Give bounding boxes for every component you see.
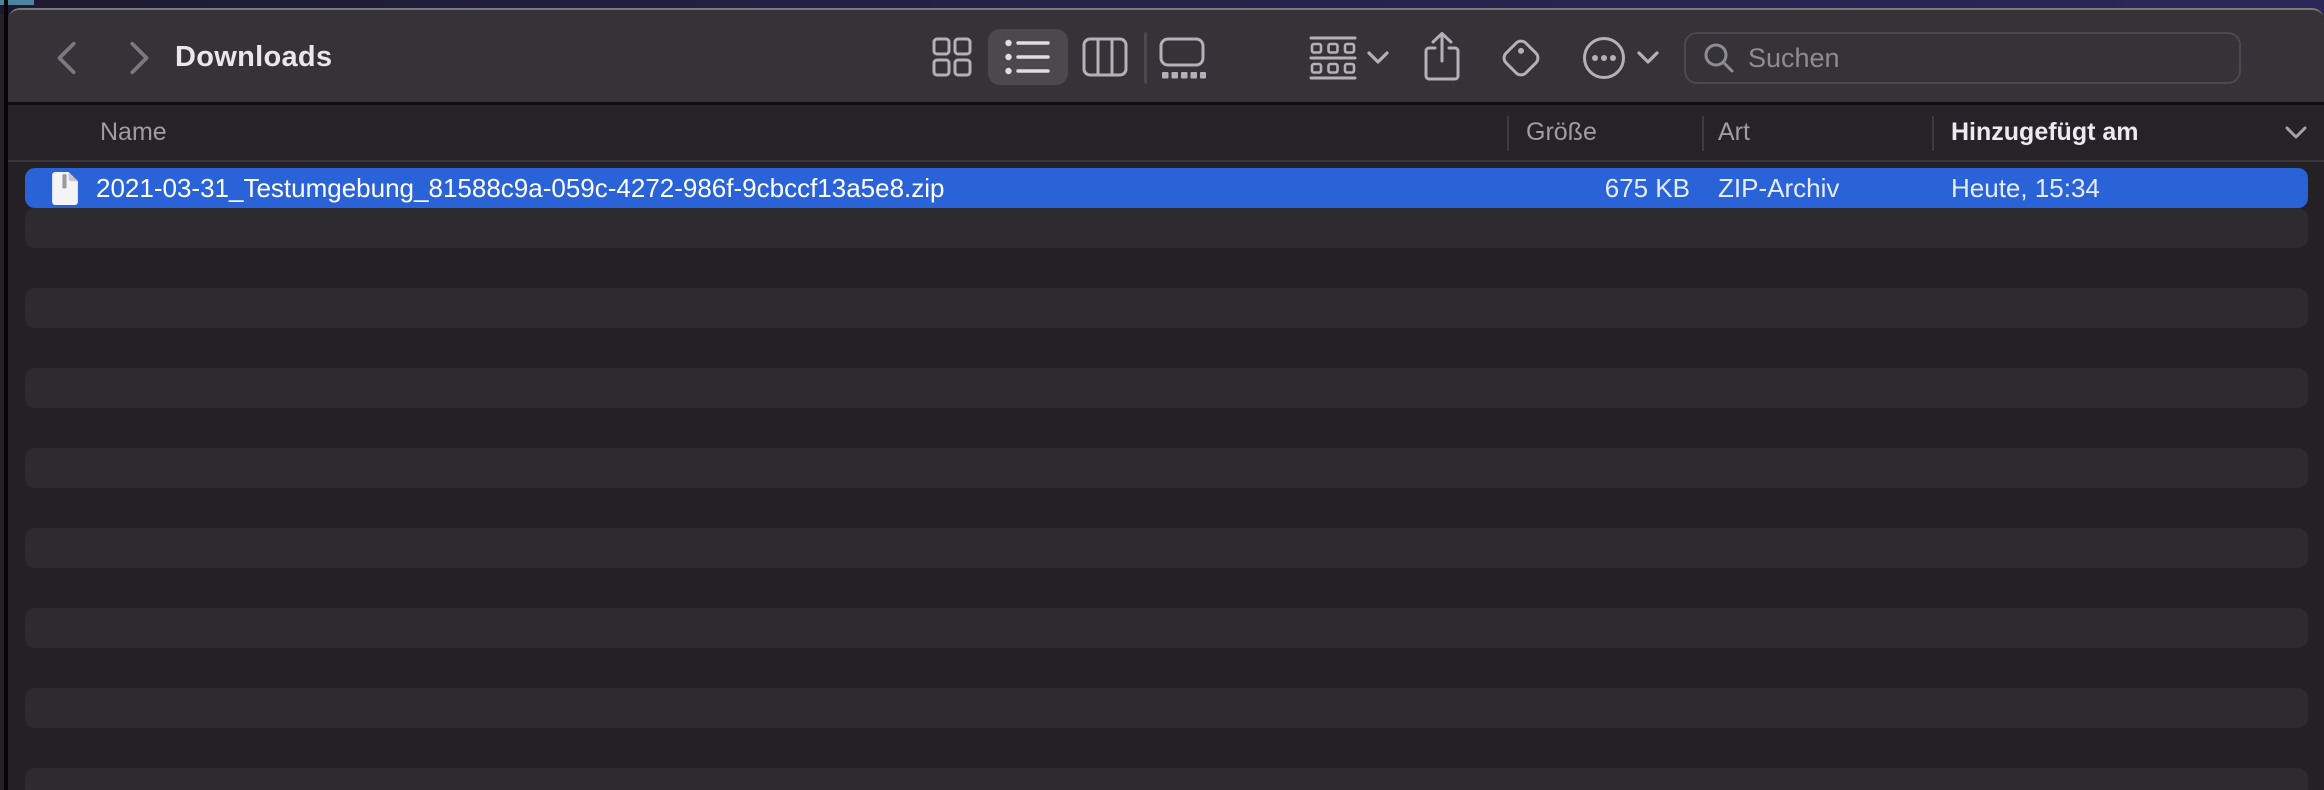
empty-row [25,728,2308,768]
empty-row [25,288,2308,328]
file-list: 2021-03-31_Testumgebung_81588c9a-059c-42… [8,162,2324,790]
zip-document-icon [51,172,78,205]
share-button[interactable] [1422,31,1462,83]
columns-view-icon [1081,36,1129,78]
finder-window: Downloads [8,8,2324,790]
view-button-list[interactable] [988,29,1068,85]
file-size: 675 KB [1507,173,1702,204]
toolbar-separator [1144,32,1147,84]
chevron-down-icon [1365,49,1391,67]
empty-row [25,408,2308,448]
search-input[interactable] [1748,43,2223,74]
more-actions-button[interactable] [1581,35,1627,81]
sort-direction-chevron[interactable] [2282,121,2310,150]
window-title: Downloads [175,10,332,105]
empty-row [25,448,2308,488]
grid-view-icon [928,33,976,81]
window-left-edge [4,0,8,790]
empty-row [25,368,2308,408]
gallery-view-icon [1158,36,1206,80]
forward-button[interactable] [120,38,156,78]
magnifier-icon [1702,41,1736,75]
empty-row [25,608,2308,648]
empty-row [25,568,2308,608]
file-name-cell: 2021-03-31_Testumgebung_81588c9a-059c-42… [25,172,1507,205]
chevron-right-icon [120,38,156,78]
file-row-selected[interactable]: 2021-03-31_Testumgebung_81588c9a-059c-42… [25,168,2308,208]
empty-row [25,528,2308,568]
empty-row [25,488,2308,528]
empty-row [25,208,2308,248]
column-header-name[interactable]: Name [8,105,1507,160]
ellipsis-circle-icon [1581,35,1627,81]
column-header-kind[interactable]: Art [1702,105,1932,160]
group-by-button[interactable] [1309,35,1357,81]
empty-row [25,248,2308,288]
list-header: Name Größe Art Hinzugefügt am [8,105,2324,162]
column-header-size[interactable]: Größe [1507,105,1702,160]
back-button[interactable] [50,38,86,78]
group-by-chevron[interactable] [1365,49,1391,67]
empty-row [25,768,2308,790]
search-field[interactable] [1684,32,2241,84]
file-name: 2021-03-31_Testumgebung_81588c9a-059c-42… [96,173,945,204]
chevron-down-icon [1635,49,1661,67]
chevron-left-icon [50,38,86,78]
file-kind: ZIP-Archiv [1702,173,1932,204]
list-view-icon [1004,37,1052,77]
view-button-columns[interactable] [1081,36,1129,78]
view-button-gallery[interactable] [1158,36,1206,80]
empty-row [25,648,2308,688]
column-header-added[interactable]: Hinzugefügt am [1932,105,2324,160]
empty-row [25,688,2308,728]
share-icon [1422,31,1462,83]
empty-row [25,328,2308,368]
chevron-down-icon [2282,123,2310,143]
tags-button[interactable] [1496,33,1546,83]
group-icon [1309,35,1357,81]
view-button-icons[interactable] [928,33,976,81]
more-actions-chevron[interactable] [1635,49,1661,67]
tag-icon [1496,33,1546,83]
file-added-date: Heute, 15:34 [1932,173,2308,204]
toolbar: Downloads [8,10,2324,105]
